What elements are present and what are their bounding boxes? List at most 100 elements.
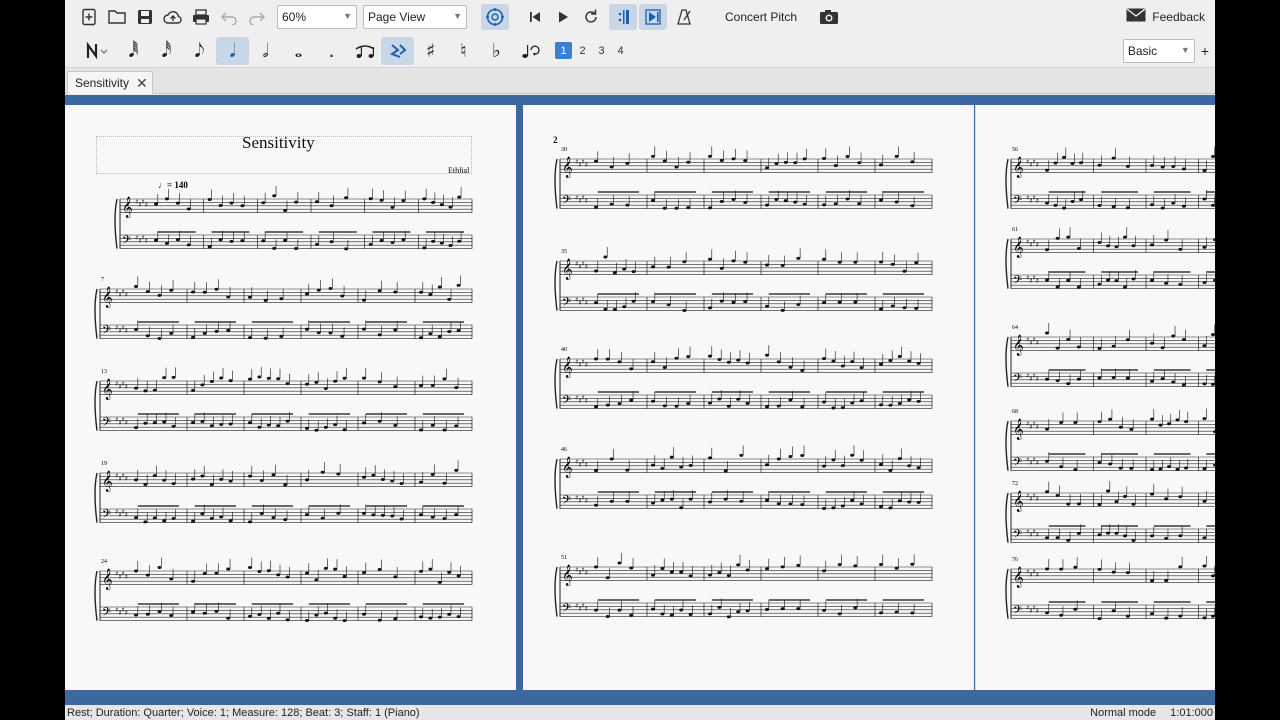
cloud-upload-icon[interactable] [159,4,187,30]
workspace-select[interactable]: Basic ▼ [1122,38,1195,63]
voice-3-button[interactable]: 3 [593,42,610,59]
grand-staff-system[interactable]: 𝄞𝄢♯ ♯ ♯ ♯♯ ♯ ♯ ♯ [554,146,933,225]
grand-staff-system[interactable]: 𝄞𝄢♯ ♯ ♯ ♯♯ ♯ ♯ ♯ [1005,146,1215,225]
grand-staff-system[interactable]: 𝄞𝄢♯ ♯ ♯ ♯♯ ♯ ♯ ♯ [114,185,473,265]
redo-icon[interactable] [243,4,271,30]
grand-staff-system[interactable]: 𝄞𝄢♯ ♯ ♯ ♯♯ ♯ ♯ ♯ [1005,323,1215,403]
flat-icon[interactable]: ♭ [480,37,513,65]
undo-icon[interactable] [215,4,243,30]
grand-staff-system[interactable]: 𝄞𝄢♯ ♯ ♯ ♯♯ ♯ ♯ ♯ [1005,555,1215,635]
svg-text:♯: ♯ [125,419,128,427]
note-input-mode-icon[interactable] [79,37,117,65]
measure-number: 40 [561,347,567,353]
augmentation-dot-icon[interactable]: . [315,37,348,65]
svg-text:𝄞: 𝄞 [562,157,573,178]
score-title: Sensitivity [242,133,315,152]
view-mode-select[interactable]: Page View ▼ [363,5,467,29]
measure-number: 19 [101,461,107,467]
close-icon[interactable]: ✕ [136,75,148,92]
measure-number: 61 [1012,227,1018,233]
grand-staff-system[interactable]: 𝄞𝄢♯ ♯ ♯ ♯♯ ♯ ♯ ♯ [94,557,473,637]
save-icon[interactable] [131,4,159,30]
tie-icon[interactable] [348,37,381,65]
score-page-1[interactable]: Sensitivity Ethlial ♩= 140 𝄞 𝄢 ♯ ♯ ♯ ♯ ♯ ♯ ♯ ♯ 𝄞 𝄢 ♯… [65,105,516,690]
tempo-marking: ♩= 140 [158,180,188,190]
svg-text:𝄢: 𝄢 [562,296,571,312]
sharp-icon[interactable]: ♯ [414,37,447,65]
svg-text:♯: ♯ [1036,161,1039,169]
svg-text:♯: ♯ [1036,495,1039,503]
grand-staff-system[interactable]: 𝄞𝄢♯ ♯ ♯ ♯♯ ♯ ♯ ♯ [94,367,473,447]
svg-text:♯: ♯ [125,609,128,617]
svg-text:𝄢: 𝄢 [1013,274,1022,290]
score-page-2[interactable]: 2 𝄞 𝄢 ♯ ♯ ♯ ♯ ♯ ♯ ♯ ♯ 30 𝄞 𝄢 ♯ ♯ ♯ ♯ ♯ ♯ ♯ ♯ 35 𝄞 𝄢 ♯ ♯ ♯ ♯ ♯ ♯ ♯ ♯ 40 𝄞 𝄢… [523,105,974,690]
svg-text:♯: ♯ [585,263,588,271]
measure-number: 68 [1012,409,1018,415]
camera-icon[interactable] [815,4,843,30]
playback-mode-icon[interactable] [481,4,509,30]
app-window: 60% ▼ Page View ▼ Concert Pitch Feedback… [65,0,1215,720]
zoom-select[interactable]: 60% ▼ [277,5,357,29]
grand-staff-system[interactable]: 𝄞𝄢♯ ♯ ♯ ♯♯ ♯ ♯ ♯ [1005,227,1215,305]
whole-note-icon[interactable]: 𝅝 [282,37,315,65]
add-workspace-icon[interactable]: + [1195,43,1215,59]
print-icon[interactable] [187,4,215,30]
voice-1-button[interactable]: 1 [555,42,572,59]
grand-staff-system[interactable]: 𝄞𝄢♯ ♯ ♯ ♯♯ ♯ ♯ ♯ [554,445,933,525]
grand-staff-system[interactable]: 𝄞𝄢♯ ♯ ♯ ♯♯ ♯ ♯ ♯ [94,460,473,539]
svg-text:𝄢: 𝄢 [562,602,571,618]
grand-staff-system[interactable]: 𝄞𝄢♯ ♯ ♯ ♯♯ ♯ ♯ ♯ [94,275,473,355]
64th-note-icon[interactable]: 𝅘𝅥𝅱 [117,37,150,65]
new-score-icon[interactable] [75,4,103,30]
svg-text:𝄞: 𝄞 [1013,157,1024,178]
svg-text:♯: ♯ [1036,423,1039,431]
grand-staff-system[interactable]: 𝄞𝄢♯ ♯ ♯ ♯♯ ♯ ♯ ♯ [1005,480,1215,559]
concert-pitch-button[interactable]: Concert Pitch [719,10,803,24]
32nd-note-icon[interactable]: 𝅘𝅥𝅰 [150,37,183,65]
svg-text:𝄞: 𝄞 [562,565,573,586]
svg-text:♯: ♯ [145,237,148,245]
feedback-button[interactable]: Feedback [1126,7,1205,27]
svg-text:♯: ♯ [1036,531,1039,539]
grand-staff-system[interactable]: 𝄞𝄢♯ ♯ ♯ ♯♯ ♯ ♯ ♯ [554,553,933,633]
svg-text:𝄞: 𝄞 [122,197,133,218]
eighth-note-icon[interactable]: 𝅘𝅥𝅮 [183,37,216,65]
svg-text:𝄢: 𝄢 [102,508,111,524]
chevron-down-icon: ▼ [343,11,352,21]
rest-icon[interactable] [381,36,414,65]
svg-text:𝄞: 𝄞 [562,457,573,478]
svg-text:♯: ♯ [585,397,588,405]
svg-text:♯: ♯ [1036,571,1039,579]
voice-2-button[interactable]: 2 [574,42,591,59]
play-icon[interactable] [549,4,577,30]
svg-text:𝄢: 𝄢 [562,394,571,410]
loop-icon[interactable] [577,4,605,30]
measure-number: 7 [101,277,104,283]
quarter-note-icon[interactable]: 𝅘𝅥 [216,36,249,65]
metronome-icon[interactable] [671,4,699,30]
flip-direction-icon[interactable] [513,37,546,65]
rewind-icon[interactable] [521,4,549,30]
mail-icon [1126,7,1146,27]
svg-text:♯: ♯ [125,511,128,519]
svg-text:𝄢: 𝄢 [122,234,131,250]
svg-text:♯: ♯ [125,383,128,391]
svg-text:𝄞: 𝄞 [102,287,113,308]
pan-score-icon[interactable] [639,4,667,30]
voice-4-button[interactable]: 4 [612,42,629,59]
open-folder-icon[interactable] [103,4,131,30]
half-note-icon[interactable]: 𝅗𝅥 [249,37,282,65]
svg-text:𝄢: 𝄢 [102,606,111,622]
view-mode-value: Page View [368,10,426,24]
play-repeats-icon[interactable] [609,4,637,30]
page-number: 2 [553,135,558,145]
natural-icon[interactable]: ♮ [447,37,480,65]
score-canvas[interactable]: Sensitivity Ethlial ♩= 140 𝄞 𝄢 ♯ ♯ ♯ ♯ ♯ ♯ ♯ ♯ 𝄞 𝄢 ♯… [65,95,1215,705]
grand-staff-system[interactable]: 𝄞𝄢♯ ♯ ♯ ♯♯ ♯ ♯ ♯ [1005,408,1215,487]
svg-text:♯: ♯ [585,197,588,205]
grand-staff-system[interactable]: 𝄞𝄢♯ ♯ ♯ ♯♯ ♯ ♯ ♯ [554,345,933,425]
grand-staff-system[interactable]: 𝄞𝄢♯ ♯ ♯ ♯♯ ♯ ♯ ♯ [554,247,933,327]
tab-sensitivity[interactable]: Sensitivity ✕ [67,71,153,94]
score-page-3[interactable]: 𝄞 𝄢 ♯ ♯ ♯ ♯ ♯ ♯ ♯ ♯ 56 𝄞 𝄢 ♯ ♯ ♯ ♯ ♯ ♯ ♯ ♯ 61 𝄞 𝄢 ♯ ♯ ♯ ♯ ♯ ♯ ♯ ♯ 64 𝄞 𝄢 ♯ ♯… [975,105,1215,690]
measure-number: 35 [561,249,567,255]
